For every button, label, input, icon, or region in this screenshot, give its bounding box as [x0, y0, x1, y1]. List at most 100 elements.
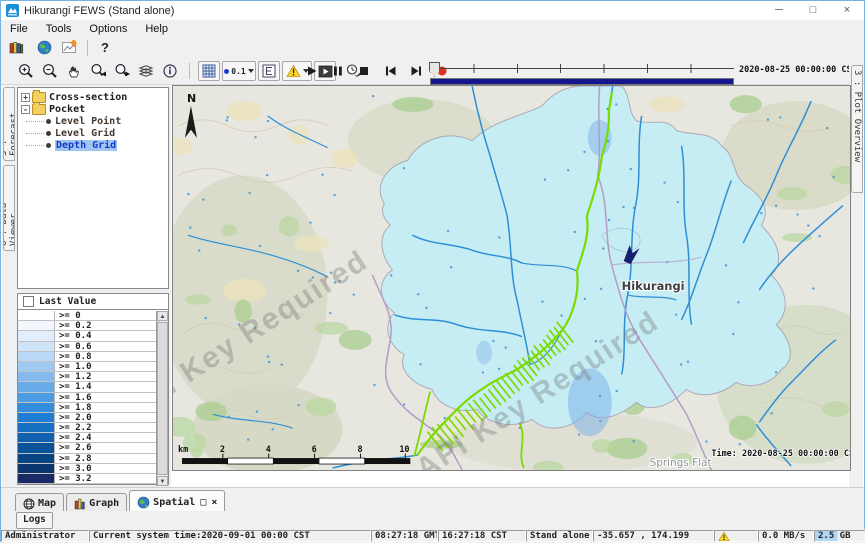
legend-row: >= 2.0	[18, 413, 156, 423]
tab-close-icon[interactable]: ×	[211, 497, 217, 508]
maximize-button[interactable]: □	[796, 1, 830, 20]
scroll-down-icon[interactable]: ▼	[157, 476, 168, 486]
tab-spatial[interactable]: Spatial □ ×	[129, 490, 225, 513]
tree-node-level-point[interactable]: Level Point	[18, 115, 168, 127]
tree-connector	[26, 145, 44, 146]
zoom-out-icon	[42, 63, 58, 79]
menu-file[interactable]: File	[1, 23, 37, 35]
tree-node-label: Cross-section	[49, 92, 127, 103]
map-viewport[interactable]: API Key Required API Key Required N Hiku…	[172, 85, 851, 471]
legend-threshold-label: >= 2.0	[55, 413, 92, 422]
legend-threshold-label: >= 1.4	[55, 382, 92, 391]
legend-list-body: >= 0 >= 0.2 >= 0.4 >= 0.6 >= 0.8 >= 1.0 …	[18, 310, 168, 486]
time-slider[interactable]	[428, 60, 736, 84]
tab-graph[interactable]: Graph	[66, 493, 127, 513]
timeseries-export-button[interactable]	[59, 38, 81, 58]
expand-plus-icon[interactable]: +	[21, 93, 30, 102]
folder-icon	[32, 104, 46, 115]
close-button[interactable]: ×	[830, 1, 864, 20]
pause-button[interactable]	[327, 61, 349, 81]
status-bar: Administrator Current system time:2020-0…	[1, 529, 865, 543]
legend-row: >= 0.8	[18, 352, 156, 362]
step-start-button[interactable]	[379, 61, 401, 81]
pause-icon	[332, 65, 344, 77]
scale-tick: 4	[266, 444, 271, 454]
tab-graph-label: Graph	[89, 498, 119, 509]
scale-tick: 6	[312, 444, 317, 454]
legend-header: Last Value	[18, 294, 168, 310]
scroll-up-icon[interactable]: ▲	[157, 311, 168, 321]
zoom-in-button[interactable]	[15, 61, 37, 81]
menu-tools[interactable]: Tools	[37, 23, 81, 35]
legend-row: >= 3.2	[18, 474, 156, 484]
scrollbar-thumb[interactable]	[157, 322, 168, 475]
map-toolbar: 0.1	[1, 58, 864, 85]
layers-button[interactable]	[135, 61, 157, 81]
contour-interval-button[interactable]: 0.1	[222, 61, 256, 81]
menu-help[interactable]: Help	[136, 23, 177, 35]
layers-icon	[138, 63, 154, 79]
status-local-time: 16:27:18 CST	[438, 530, 526, 542]
legend-row: >= 2.6	[18, 443, 156, 453]
zoom-out-button[interactable]	[39, 61, 61, 81]
tree-node-label: Level Grid	[55, 128, 115, 139]
help-button[interactable]: ?	[94, 38, 116, 58]
tab-plot-overview[interactable]: 3 : Plot Overview	[851, 65, 863, 193]
last-value-checkbox[interactable]	[23, 296, 34, 307]
app-icon	[6, 4, 19, 17]
status-user: Administrator	[1, 530, 89, 542]
map-display-button[interactable]	[33, 38, 55, 58]
scale-tick: 8	[357, 444, 362, 454]
window-title: Hikurangi FEWS (Stand alone)	[24, 5, 174, 17]
tree-node-cross-section[interactable]: + Cross-section	[18, 91, 168, 103]
play-button[interactable]	[301, 61, 323, 81]
legend-threshold-label: >= 2.2	[55, 423, 92, 432]
tree-node-pocket[interactable]: - Pocket	[18, 103, 168, 115]
north-label: N	[187, 92, 196, 105]
status-data-rate: 0.0 MB/s	[758, 530, 814, 542]
tab-maximize-icon[interactable]: □	[200, 497, 206, 508]
depth-legend-panel: Last Value >= 0 >= 0.2 >= 0.4 >= 0.6 >= …	[17, 293, 169, 485]
current-timestep-label: 2020-08-25 00:00:00 CST	[739, 65, 851, 75]
zoom-in-icon	[18, 63, 34, 79]
tree-node-label-selected: Depth Grid	[55, 140, 117, 151]
menu-options[interactable]: Options	[80, 23, 136, 35]
database-button[interactable]	[5, 38, 27, 58]
play-icon	[306, 65, 318, 77]
map-time-label: Time: 2020-08-25 00:00:00 CST	[711, 448, 850, 458]
time-slider-thumb[interactable]	[429, 62, 440, 77]
stop-button[interactable]	[353, 61, 375, 81]
time-span-bar	[430, 78, 734, 85]
pan-button[interactable]	[63, 61, 85, 81]
minimize-button[interactable]: ─	[762, 1, 796, 20]
status-coordinates: -35.657 , 174.199	[593, 530, 714, 542]
status-warning-cell[interactable]	[714, 530, 758, 542]
tab-data-viewer[interactable]: 6 : Data Viewer	[3, 165, 15, 251]
time-slider-groove[interactable]	[430, 68, 734, 69]
legend-threshold-label: >= 2.8	[55, 454, 92, 463]
legend-threshold-label: >= 0.8	[55, 352, 92, 361]
interval-dot-icon	[224, 69, 229, 74]
legend-scrollbar[interactable]: ▲ ▼	[156, 311, 168, 486]
info-button[interactable]	[159, 61, 181, 81]
legend-row: >= 0.2	[18, 321, 156, 331]
zoom-next-button[interactable]	[111, 61, 133, 81]
grid-display-button[interactable]	[198, 61, 220, 81]
help-icon: ?	[101, 40, 109, 55]
legend-row: >= 0.4	[18, 331, 156, 341]
layer-bullet-icon	[46, 131, 51, 136]
tab-map[interactable]: Map	[15, 493, 64, 513]
profile-button[interactable]	[258, 61, 280, 81]
layer-tree: + Cross-section - Pocket Level Point Lev…	[17, 87, 169, 289]
tab-forecast[interactable]: 5 : Forecast	[3, 87, 15, 161]
zoom-previous-button[interactable]	[87, 61, 109, 81]
toolbar-separator	[189, 63, 190, 79]
tree-node-depth-grid[interactable]: Depth Grid	[18, 139, 168, 151]
legend-color-swatch	[18, 321, 55, 330]
tree-node-level-grid[interactable]: Level Grid	[18, 127, 168, 139]
legend-color-swatch	[18, 382, 55, 391]
logs-button[interactable]: Logs	[16, 512, 53, 529]
step-end-button[interactable]	[405, 61, 427, 81]
layer-bullet-icon	[46, 119, 51, 124]
collapse-minus-icon[interactable]: -	[21, 105, 30, 114]
